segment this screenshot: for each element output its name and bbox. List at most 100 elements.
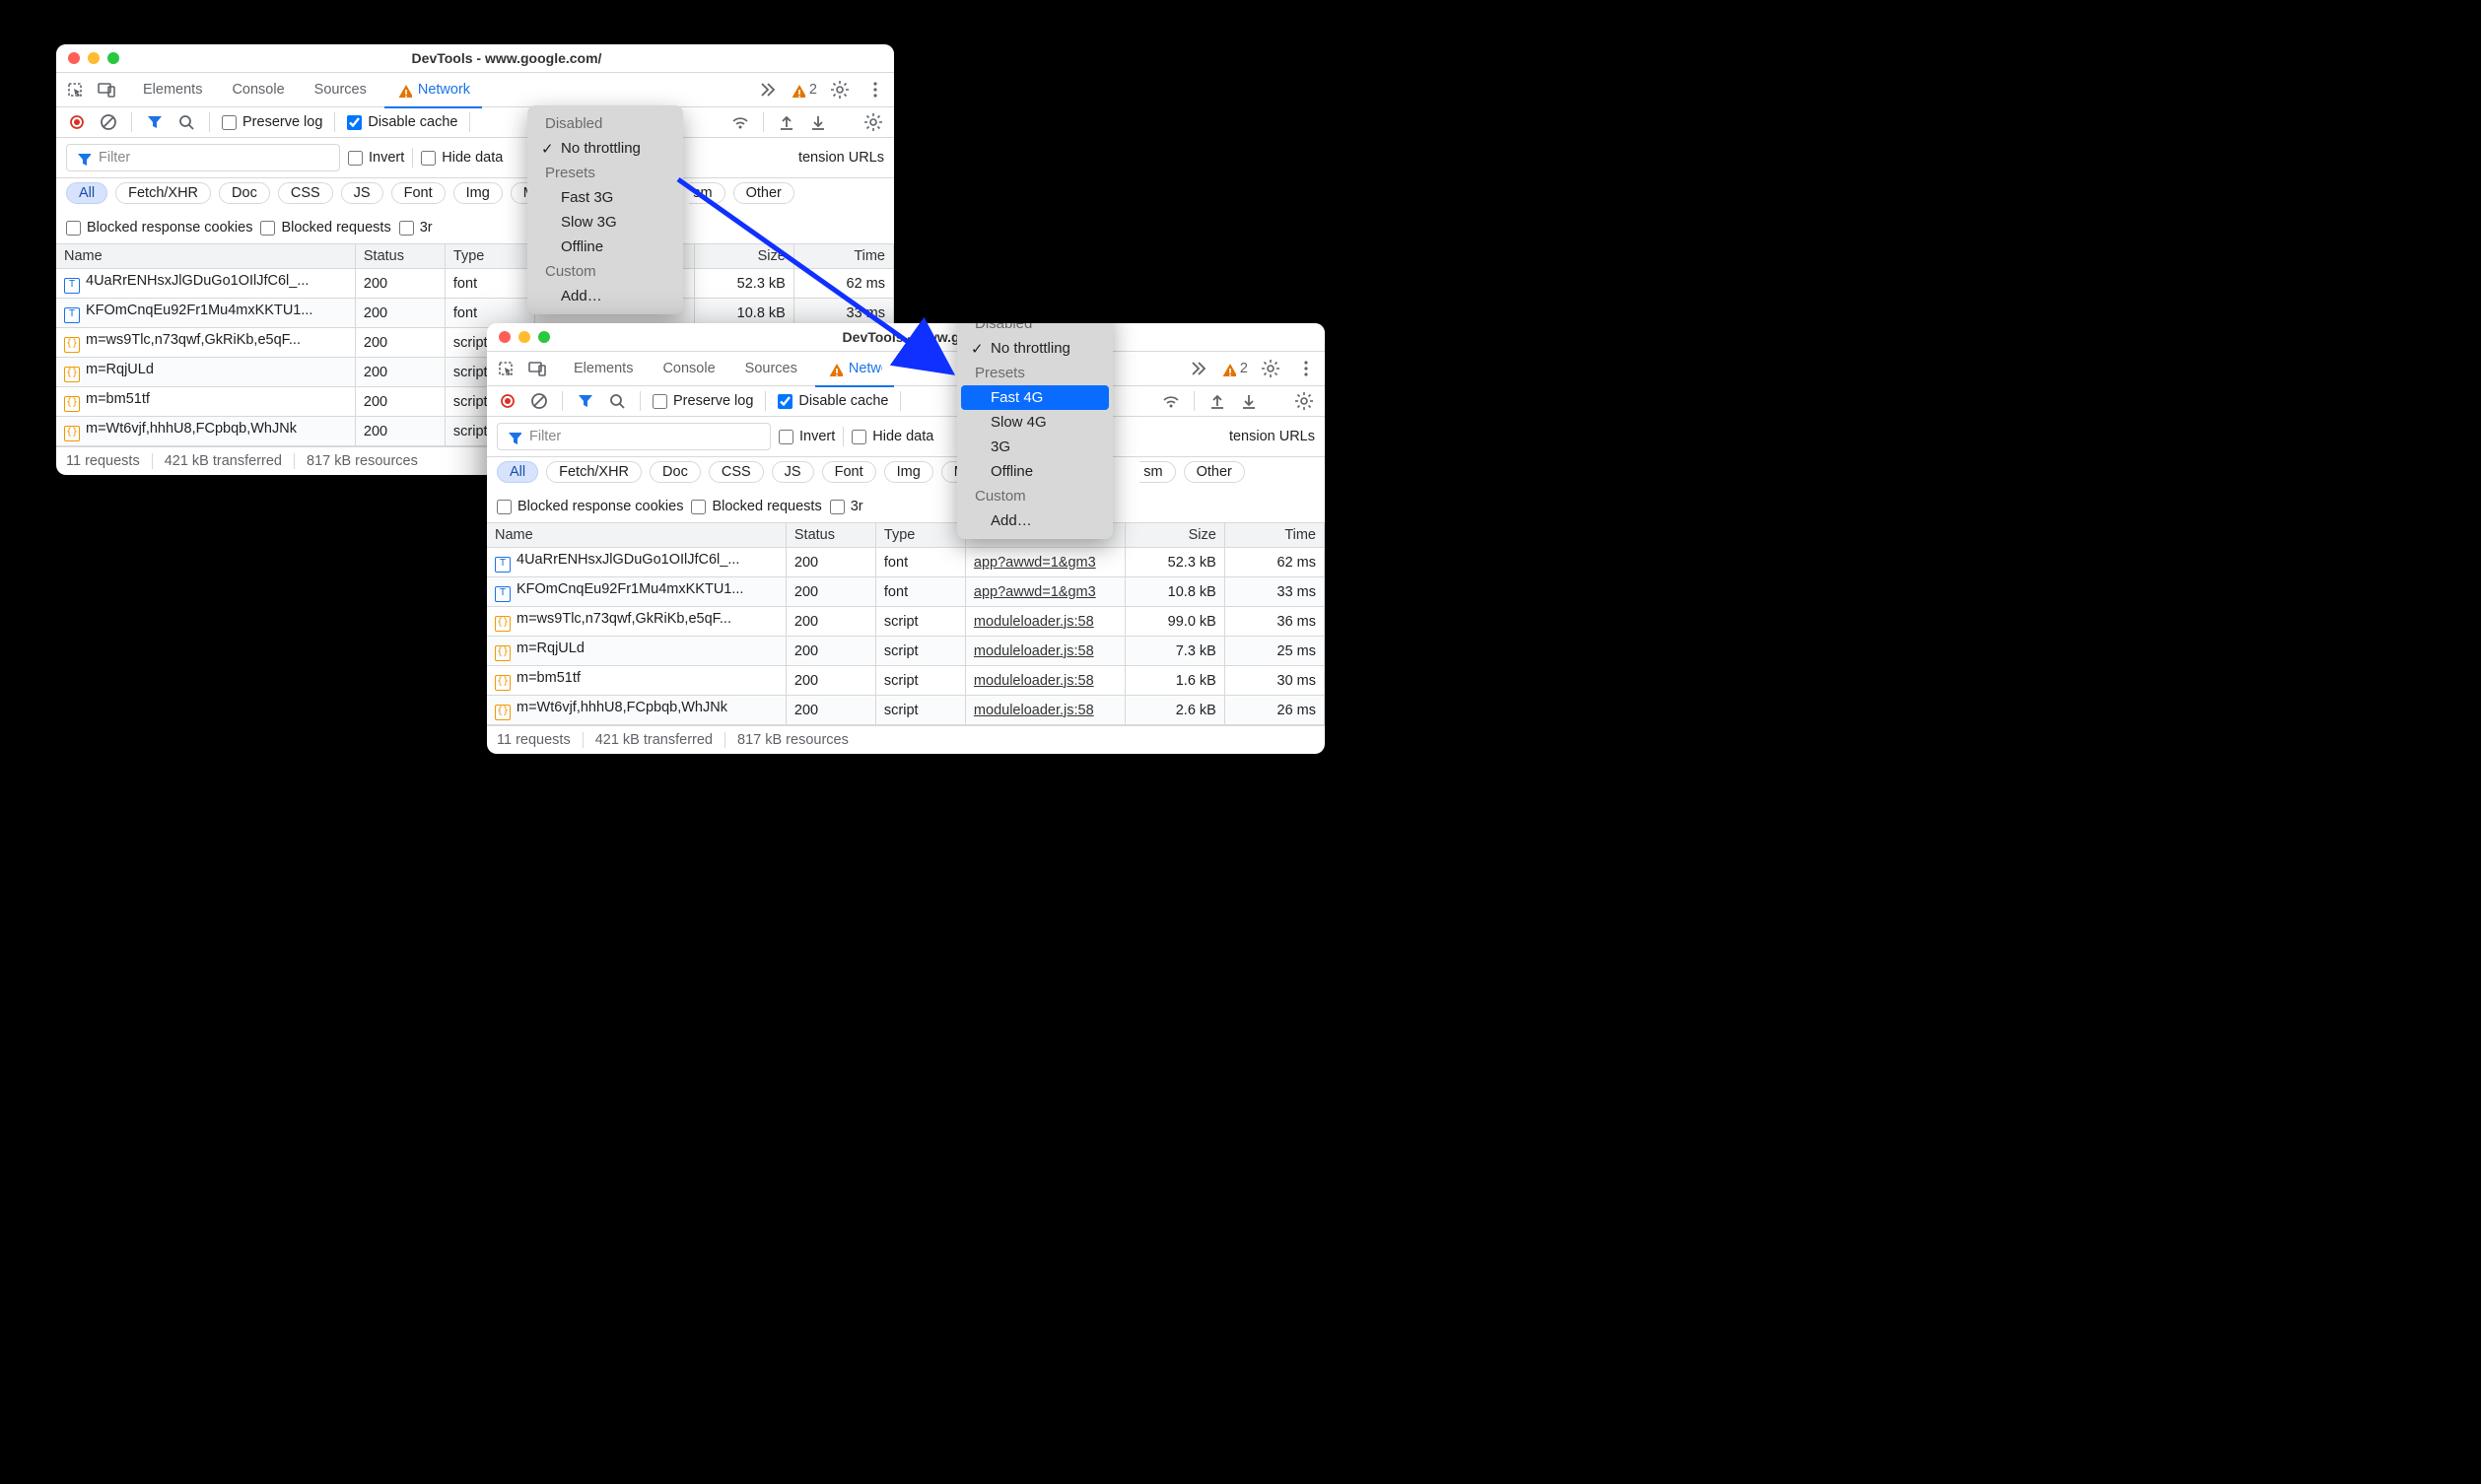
record-button[interactable] <box>497 390 518 412</box>
menu-item-add[interactable]: Add… <box>961 508 1109 533</box>
chip-wasm-cut[interactable]: sm <box>1139 461 1175 483</box>
tab-sources[interactable]: Sources <box>303 73 379 106</box>
third-party-checkbox-cut[interactable]: 3r <box>830 499 863 514</box>
tab-elements[interactable]: Elements <box>562 352 645 385</box>
menu-item-fast4g[interactable]: Fast 4G <box>961 385 1109 410</box>
filter-input[interactable]: Filter <box>497 423 771 450</box>
menu-item-no-throttling[interactable]: No throttling <box>961 336 1109 361</box>
minimize-dot[interactable] <box>88 52 100 64</box>
settings-icon[interactable] <box>1258 356 1283 381</box>
table-row[interactable]: T4UaRrENHsxJlGDuGo1OIlJfC6l_...200font52… <box>56 269 894 299</box>
zoom-dot[interactable] <box>107 52 119 64</box>
clear-button[interactable] <box>528 390 550 412</box>
disable-cache-checkbox[interactable]: Disable cache <box>778 393 888 409</box>
filter-icon[interactable] <box>575 390 596 412</box>
table-row[interactable]: {}m=RqjULd200scriptmoduleloader.js:587.3… <box>487 637 1325 666</box>
disable-cache-checkbox[interactable]: Disable cache <box>347 114 457 130</box>
tab-sources[interactable]: Sources <box>733 352 809 385</box>
blocked-requests-checkbox[interactable]: Blocked requests <box>691 499 821 514</box>
chip-other[interactable]: Other <box>1184 461 1245 483</box>
blocked-cookies-checkbox[interactable]: Blocked response cookies <box>66 220 252 236</box>
menu-item-slow3g[interactable]: Slow 3G <box>531 210 679 235</box>
zoom-dot[interactable] <box>538 331 550 343</box>
col-time[interactable]: Time <box>793 244 893 269</box>
more-tabs-icon[interactable] <box>1185 356 1210 381</box>
invert-checkbox[interactable]: Invert <box>348 150 404 166</box>
table-row[interactable]: T4UaRrENHsxJlGDuGo1OIlJfC6l_...200fontap… <box>487 548 1325 577</box>
chip-img[interactable]: Img <box>453 182 503 204</box>
chip-css[interactable]: CSS <box>278 182 333 204</box>
more-tabs-icon[interactable] <box>754 77 780 102</box>
col-size[interactable]: Size <box>694 244 793 269</box>
chip-doc[interactable]: Doc <box>650 461 701 483</box>
blocked-cookies-checkbox[interactable]: Blocked response cookies <box>497 499 683 514</box>
upload-icon[interactable] <box>1206 390 1228 412</box>
menu-item-no-throttling[interactable]: No throttling <box>531 136 679 161</box>
tab-elements[interactable]: Elements <box>131 73 214 106</box>
col-time[interactable]: Time <box>1224 523 1324 548</box>
col-type[interactable]: Type <box>875 523 965 548</box>
invert-checkbox[interactable]: Invert <box>779 429 835 444</box>
table-row[interactable]: {}m=ws9Tlc,n73qwf,GkRiKb,e5qF...200scrip… <box>487 607 1325 637</box>
tab-console[interactable]: Console <box>220 73 296 106</box>
blocked-requests-checkbox[interactable]: Blocked requests <box>260 220 390 236</box>
preserve-log-checkbox[interactable]: Preserve log <box>653 393 753 409</box>
chip-all[interactable]: All <box>66 182 107 204</box>
menu-item-slow4g[interactable]: Slow 4G <box>961 410 1109 435</box>
chip-css[interactable]: CSS <box>709 461 764 483</box>
search-icon[interactable] <box>606 390 628 412</box>
chip-js[interactable]: JS <box>772 461 814 483</box>
menu-item-3g[interactable]: 3G <box>961 435 1109 459</box>
kebab-icon[interactable] <box>1293 356 1319 381</box>
download-icon[interactable] <box>807 111 829 133</box>
col-name[interactable]: Name <box>56 244 355 269</box>
issues-badge[interactable]: 2 <box>790 82 817 98</box>
clear-button[interactable] <box>98 111 119 133</box>
col-type[interactable]: Type <box>445 244 534 269</box>
device-toggle-icon[interactable] <box>94 77 119 102</box>
hide-data-checkbox[interactable]: Hide data <box>421 150 503 166</box>
table-row[interactable]: TKFOmCnqEu92Fr1Mu4mxKKTU1...200fontapp?a… <box>487 577 1325 607</box>
search-icon[interactable] <box>175 111 197 133</box>
tab-network[interactable]: Network <box>384 73 482 108</box>
menu-item-offline[interactable]: Offline <box>531 235 679 259</box>
close-dot[interactable] <box>499 331 511 343</box>
chip-js[interactable]: JS <box>341 182 383 204</box>
network-settings-icon[interactable] <box>862 111 884 133</box>
minimize-dot[interactable] <box>518 331 530 343</box>
chip-img[interactable]: Img <box>884 461 933 483</box>
col-name[interactable]: Name <box>487 523 786 548</box>
wifi-icon[interactable] <box>729 111 751 133</box>
wifi-icon[interactable] <box>1160 390 1182 412</box>
filter-icon[interactable] <box>144 111 166 133</box>
menu-item-offline[interactable]: Offline <box>961 459 1109 484</box>
col-status[interactable]: Status <box>786 523 875 548</box>
table-row[interactable]: {}m=bm51tf200scriptmoduleloader.js:581.6… <box>487 666 1325 696</box>
inspect-icon[interactable] <box>62 77 88 102</box>
filter-input[interactable]: Filter <box>66 144 340 171</box>
chip-wasm-cut[interactable]: sm <box>689 182 724 204</box>
chip-doc[interactable]: Doc <box>219 182 270 204</box>
close-dot[interactable] <box>68 52 80 64</box>
download-icon[interactable] <box>1238 390 1260 412</box>
kebab-icon[interactable] <box>862 77 888 102</box>
issues-badge[interactable]: 2 <box>1220 361 1248 376</box>
chip-font[interactable]: Font <box>822 461 876 483</box>
third-party-checkbox-cut[interactable]: 3r <box>399 220 433 236</box>
preserve-log-checkbox[interactable]: Preserve log <box>222 114 322 130</box>
chip-other[interactable]: Other <box>733 182 794 204</box>
tab-network[interactable]: Network <box>815 352 894 387</box>
tab-console[interactable]: Console <box>651 352 726 385</box>
settings-icon[interactable] <box>827 77 853 102</box>
col-status[interactable]: Status <box>355 244 445 269</box>
inspect-icon[interactable] <box>493 356 518 381</box>
chip-all[interactable]: All <box>497 461 538 483</box>
menu-item-fast3g[interactable]: Fast 3G <box>531 185 679 210</box>
upload-icon[interactable] <box>776 111 797 133</box>
chip-font[interactable]: Font <box>391 182 446 204</box>
chip-fetch[interactable]: Fetch/XHR <box>546 461 642 483</box>
device-toggle-icon[interactable] <box>524 356 550 381</box>
table-row[interactable]: {}m=Wt6vjf,hhhU8,FCpbqb,WhJNk200scriptmo… <box>487 696 1325 725</box>
network-settings-icon[interactable] <box>1293 390 1315 412</box>
chip-fetch[interactable]: Fetch/XHR <box>115 182 211 204</box>
